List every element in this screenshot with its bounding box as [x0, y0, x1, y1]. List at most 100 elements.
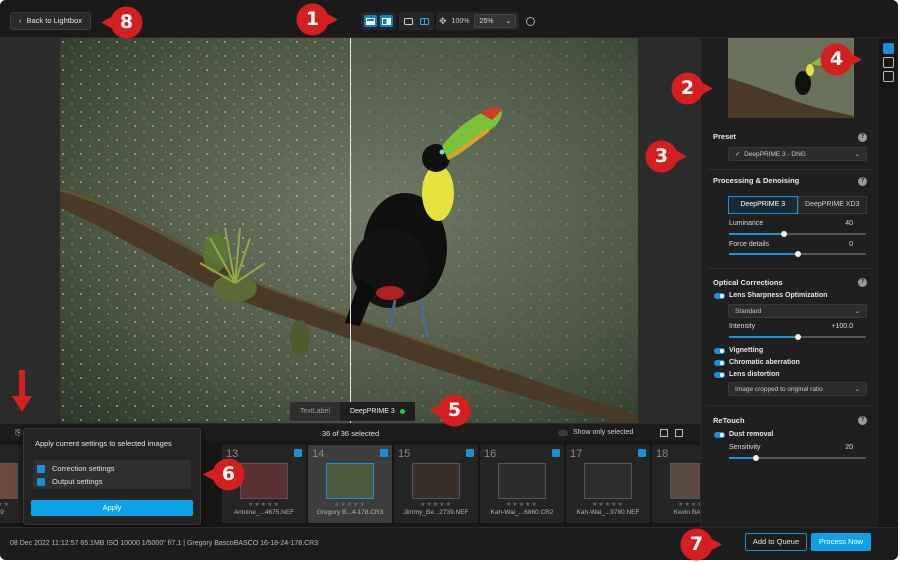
- help-icon[interactable]: ?: [858, 133, 867, 142]
- rating-stars-icon[interactable]: ★★★★★: [222, 501, 306, 508]
- preset-title: Preset: [713, 132, 736, 141]
- callout-marker: 6: [203, 458, 245, 491]
- sensitivity-value[interactable]: 20: [845, 444, 853, 451]
- rating-stars-icon[interactable]: ★★★★★: [652, 501, 700, 508]
- help-icon[interactable]: ?: [858, 177, 867, 186]
- vignetting-toggle-row[interactable]: Vignetting: [714, 347, 763, 354]
- lens-sharpness-toggle-row[interactable]: Lens Sharpness Optimization: [714, 292, 827, 299]
- retouch-title: ReTouch: [713, 416, 745, 425]
- apply-button[interactable]: Apply: [31, 500, 193, 516]
- grid-view-icon[interactable]: [660, 429, 668, 437]
- rating-stars-icon[interactable]: ★★★★★: [394, 501, 478, 508]
- status-dot-icon: [399, 409, 405, 414]
- down-arrow-icon: [12, 370, 32, 412]
- thumb-number: 15: [398, 448, 411, 460]
- rating-stars-icon[interactable]: ★★★★★: [308, 501, 392, 508]
- sharpness-mode-dropdown[interactable]: Standard ⌄: [728, 304, 867, 318]
- process-now-button[interactable]: Process Now: [811, 533, 871, 551]
- force-details-slider[interactable]: [729, 251, 866, 257]
- checkbox-checked-icon[interactable]: [638, 449, 646, 457]
- single-view-icon[interactable]: [402, 15, 415, 27]
- slider-fill: [729, 253, 798, 255]
- lens-sharpness-label: Lens Sharpness Optimization: [729, 292, 828, 299]
- force-details-value[interactable]: 0: [849, 241, 853, 248]
- toggle-on-icon[interactable]: [714, 371, 725, 378]
- checkbox-checked-icon[interactable]: [37, 464, 45, 473]
- filmstrip-thumb[interactable]: 18 ★★★★★Kevin BAR...3: [652, 445, 700, 523]
- slider-knob[interactable]: [794, 251, 801, 257]
- zoom-select[interactable]: 25% ⌄: [474, 14, 517, 28]
- help-icon[interactable]: ?: [858, 416, 867, 425]
- filmstrip-thumb[interactable]: 14 ★★★★★ Gregory B...4-178.CR3: [308, 445, 392, 523]
- chromatic-toggle-row[interactable]: Chromatic aberration: [714, 359, 800, 366]
- slider-fill: [729, 457, 757, 459]
- zoom-group: ✥ 100% 25% ⌄: [436, 12, 520, 30]
- output-settings-option[interactable]: Output settings: [37, 477, 102, 486]
- chevron-down-icon: ⌄: [854, 386, 860, 393]
- callout-number: 8: [119, 11, 134, 33]
- zoom-fit-value[interactable]: 100%: [452, 18, 470, 25]
- processing-tool-icon[interactable]: [883, 43, 894, 54]
- chromatic-label: Chromatic aberration: [729, 359, 800, 366]
- callout-marker: 1: [296, 3, 338, 36]
- compare-tags: TextLabel DeepPRIME 3: [290, 402, 415, 421]
- toggle-on-icon[interactable]: [714, 359, 725, 366]
- distortion-toggle-row[interactable]: Lens distortion: [714, 371, 780, 378]
- photo-toucan[interactable]: [60, 38, 638, 423]
- preset-dropdown[interactable]: ✓ DeepPRIME 3 - DNG ⌄: [728, 147, 867, 161]
- selection-count: 36 of 36 selected: [322, 429, 380, 438]
- dust-removal-toggle-row[interactable]: Dust removal: [714, 431, 773, 438]
- checkbox-checked-icon[interactable]: [37, 477, 45, 486]
- luminance-value[interactable]: 40: [845, 220, 853, 227]
- move-icon[interactable]: ✥: [439, 16, 447, 27]
- side-by-side-icon[interactable]: [380, 15, 393, 27]
- correction-settings-option[interactable]: Correction settings: [37, 464, 115, 473]
- thumb-image: [670, 463, 700, 499]
- slider-knob[interactable]: [780, 231, 787, 237]
- split-view-icon[interactable]: [364, 15, 377, 27]
- comparison-split-line[interactable]: [350, 38, 351, 423]
- distortion-mode-dropdown[interactable]: Image cropped to original ratio ⌄: [728, 382, 867, 396]
- rating-stars-icon[interactable]: ★★★★★: [480, 501, 564, 508]
- intensity-value[interactable]: +100.0: [831, 323, 853, 330]
- image-tool-icon[interactable]: [883, 71, 894, 82]
- filmstrip-thumb[interactable]: 16 ★★★★★ Kah-Wai_...6860.CR2: [480, 445, 564, 523]
- callout-marker: 3: [645, 140, 687, 173]
- deepprime-3-option[interactable]: DeepPRIME 3: [728, 196, 798, 214]
- sensitivity-label: Sensitivity: [729, 444, 761, 451]
- checkbox-checked-icon[interactable]: [552, 449, 560, 457]
- rating-stars-icon[interactable]: ★★★★★: [566, 501, 650, 508]
- thumb-image: [498, 463, 546, 499]
- list-view-icon[interactable]: [675, 429, 683, 437]
- checkbox-checked-icon[interactable]: [380, 449, 388, 457]
- checkbox-checked-icon[interactable]: [294, 449, 302, 457]
- brush-tool-icon[interactable]: [883, 57, 894, 68]
- sensitivity-slider[interactable]: [729, 455, 866, 461]
- thumb-filename: Kah-Wai_...6860.CR2: [490, 509, 554, 516]
- slider-knob[interactable]: [753, 455, 760, 461]
- dxo-app-window: ‹ Back to Lightbox ✥ 100% 25% ⌄ TextLabe…: [0, 0, 898, 560]
- help-icon[interactable]: ?: [858, 278, 867, 287]
- intensity-slider[interactable]: [729, 334, 866, 340]
- thumb-filename: Kah-Wai_...9780.NEF: [576, 509, 640, 516]
- checkbox-checked-icon[interactable]: [466, 449, 474, 457]
- copy-settings-icon[interactable]: ⎘: [15, 428, 21, 438]
- toggle-on-icon[interactable]: [714, 347, 725, 354]
- back-to-lightbox-button[interactable]: ‹ Back to Lightbox: [10, 12, 91, 30]
- filmstrip-thumb[interactable]: 17 ★★★★★ Kah-Wai_...9780.NEF: [566, 445, 650, 523]
- toggle-on-icon[interactable]: [714, 431, 725, 438]
- luminance-slider[interactable]: [729, 231, 866, 237]
- divider: [707, 405, 874, 406]
- info-icon[interactable]: [526, 17, 535, 26]
- slider-knob[interactable]: [794, 334, 801, 340]
- vignetting-label: Vignetting: [729, 347, 764, 354]
- add-to-queue-button[interactable]: Add to Queue: [745, 533, 807, 551]
- deepprime-xd3-option[interactable]: DeepPRIME XD3: [797, 196, 867, 214]
- compare-view-icon[interactable]: [418, 15, 431, 27]
- thumb-image: [240, 463, 288, 499]
- toggle-on-icon[interactable]: [714, 292, 725, 299]
- preset-value: DeepPRIME 3 - DNG: [744, 151, 806, 158]
- show-only-selected-toggle[interactable]: Show only selected: [558, 429, 633, 436]
- filmstrip-thumb[interactable]: 15 ★★★★★ Jimmy_Be...2739.NEF: [394, 445, 478, 523]
- divider: [707, 268, 874, 269]
